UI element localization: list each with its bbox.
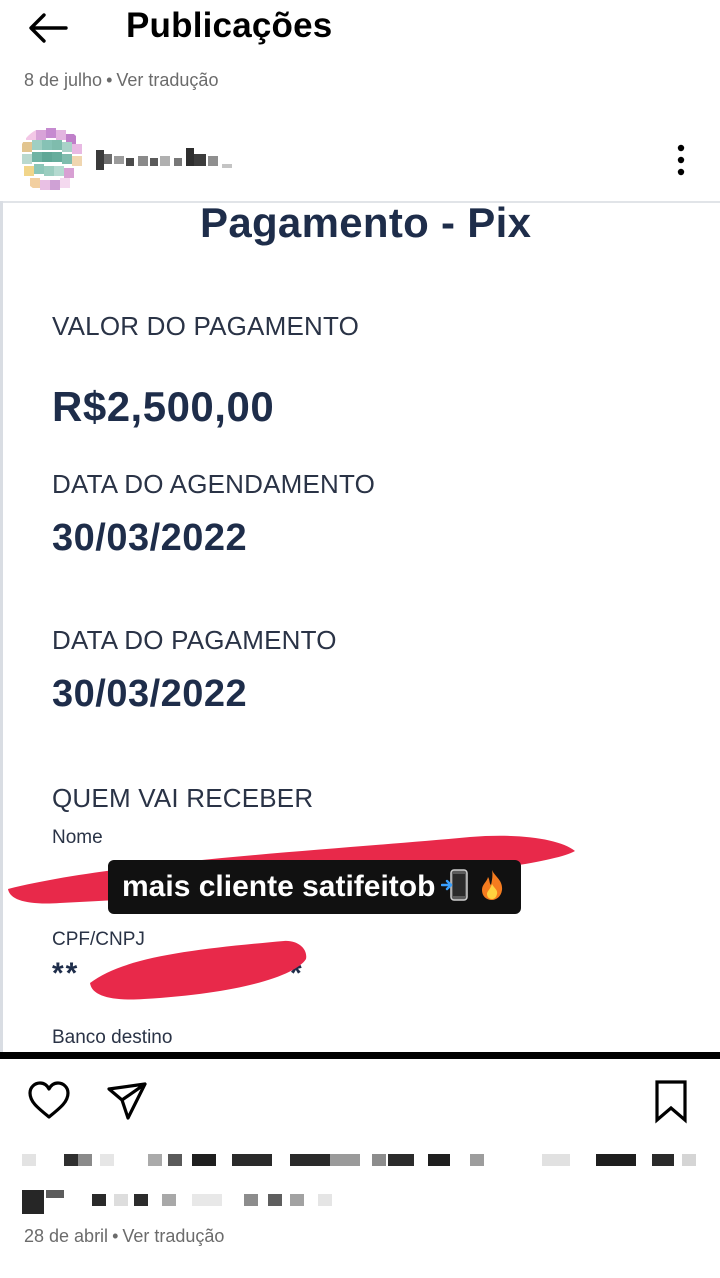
send-icon[interactable] [104,1078,150,1124]
payment-date-label: DATA DO PAGAMENTO [52,625,337,655]
more-vertical-icon[interactable] [664,140,698,180]
scheduled-date-value: 30/03/2022 [52,517,248,559]
image-border [0,201,3,1059]
mobile-arrow-icon [441,868,471,907]
receiver-label: QUEM VAI RECEBER [52,783,314,813]
caption-blurred [22,1152,712,1170]
translate-link[interactable]: Ver tradução [116,70,218,90]
story-sticker: mais cliente satifeitob [108,860,522,914]
post-header [0,118,720,200]
receipt-title: Pagamento - Pix [200,201,532,246]
username-blurred[interactable] [96,144,246,176]
bookmark-icon[interactable] [648,1078,694,1124]
scheduled-date-label: DATA DO AGENDAMENTO [52,469,376,499]
caption-blurred [22,1190,352,1214]
document-masked-prefix: ** [52,957,80,990]
redaction-scribble [90,940,307,1000]
top-app-bar: Publicações [0,0,720,60]
fire-icon [477,868,507,907]
post-date: 28 de abril [24,1226,109,1246]
image-border [0,1052,720,1059]
amount-label: VALOR DO PAGAMENTO [52,311,359,341]
post-image[interactable]: Pagamento - Pix VALOR DO PAGAMENTO R$2,5… [0,201,720,1059]
sticker-text: mais cliente satifeitob [122,870,436,903]
heart-icon[interactable] [26,1078,72,1124]
translate-link[interactable]: Ver tradução [122,1226,224,1246]
payment-date-value: 30/03/2022 [52,673,248,715]
amount-value: R$2,500,00 [52,383,275,430]
post-actions [0,1068,720,1132]
previous-post-date: 8 de julho [24,70,103,90]
bank-label: Banco destino [52,1027,173,1048]
avatar[interactable] [18,126,86,194]
arrow-left-icon[interactable] [24,8,72,48]
post-meta: 28 de abril • Ver tradução [24,1226,224,1247]
page-title: Publicações [126,6,333,45]
meta-separator: • [112,1226,119,1246]
meta-separator: • [106,70,113,90]
previous-post-meta: 8 de julho • Ver tradução [24,70,218,91]
